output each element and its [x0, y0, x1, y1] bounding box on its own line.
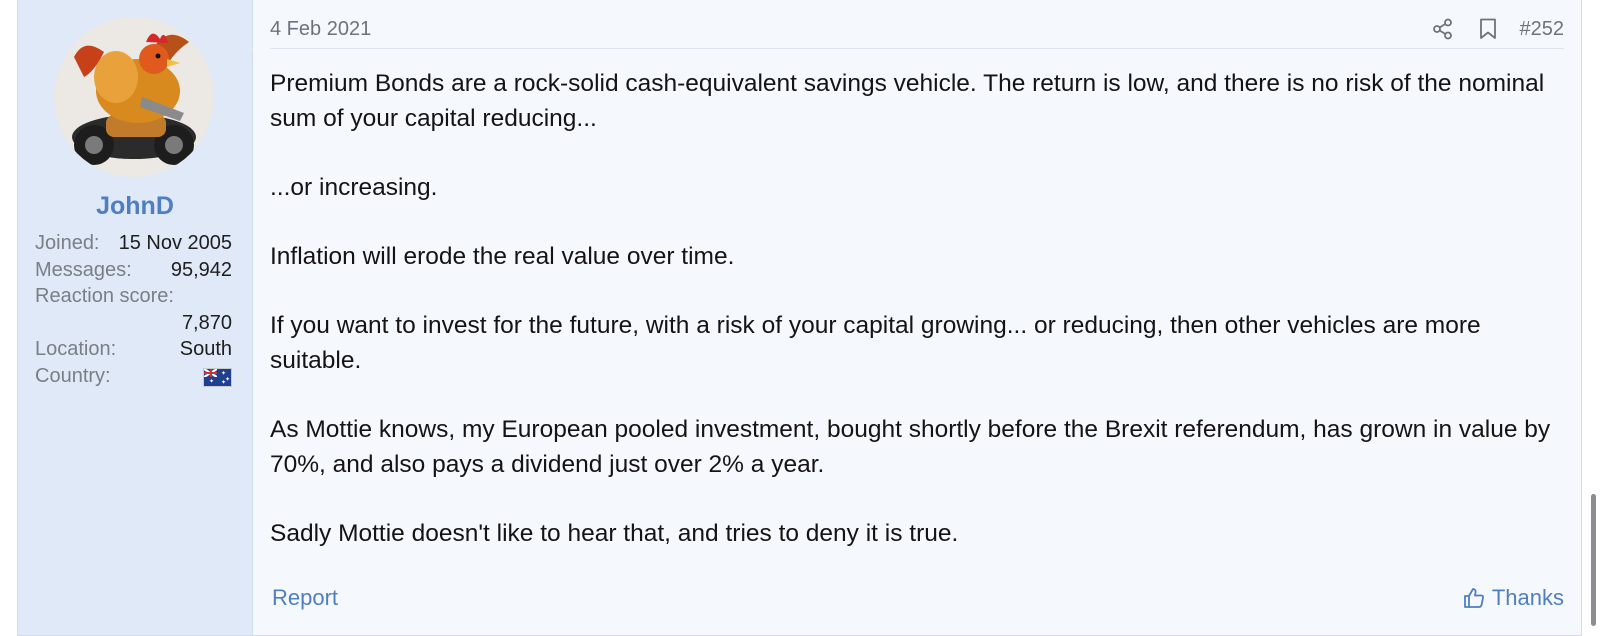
rooster-avatar-icon [54, 17, 214, 177]
post-number-link[interactable]: #252 [1520, 14, 1565, 44]
stat-country: Country: ✦ ✦ ✦ ✦ [35, 363, 232, 390]
post-paragraph: Premium Bonds are a rock-solid cash-equi… [270, 70, 1545, 132]
username-link[interactable]: JohnD [18, 192, 252, 221]
post-paragraph: As Mottie knows, my European pooled inve… [270, 416, 1551, 478]
stat-label: Reaction score: [35, 285, 174, 307]
scrollbar-thumb[interactable] [1591, 494, 1596, 626]
stat-reaction-value-row: 7,870 [35, 310, 232, 337]
user-avatar[interactable] [54, 17, 214, 177]
stat-value: 15 Nov 2005 [118, 232, 232, 254]
report-link[interactable]: Report [272, 585, 338, 611]
bookmark-icon[interactable] [1475, 16, 1501, 42]
thumbs-up-icon [1463, 588, 1484, 608]
post-date-link[interactable]: 4 Feb 2021 [270, 14, 371, 44]
post-actions: #252 [1430, 14, 1565, 44]
stat-label: Country: [35, 364, 111, 387]
post-pointer-arrow [252, 38, 268, 62]
page-scrollbar[interactable] [1588, 0, 1598, 636]
thanks-label: Thanks [1491, 585, 1564, 610]
post-paragraph: If you want to invest for the future, wi… [270, 312, 1481, 374]
stat-location: Location: South [35, 336, 232, 363]
thanks-button[interactable]: Thanks [1462, 585, 1564, 611]
post-paragraph: Sadly Mottie doesn't like to hear that, … [270, 520, 959, 547]
stat-value: 7,870 [181, 311, 232, 334]
post-paragraph: Inflation will erode the real value over… [270, 243, 735, 270]
forum-post: JohnD Joined: 15 Nov 2005 Messages: 95,9… [17, 0, 1582, 636]
user-info-panel: JohnD Joined: 15 Nov 2005 Messages: 95,9… [18, 0, 268, 635]
stat-label: Messages: [35, 258, 132, 281]
post-paragraph: ...or increasing. [270, 174, 438, 201]
stat-messages: Messages: 95,942 [35, 257, 232, 284]
share-icon[interactable] [1430, 16, 1456, 42]
post-footer: Report Thanks [270, 580, 1564, 616]
stat-label: Joined: [35, 232, 100, 254]
stat-reaction-label-row: Reaction score: [35, 283, 232, 310]
post-header: 4 Feb 2021 #252 [270, 14, 1564, 49]
user-stats: Joined: 15 Nov 2005 Messages: 95,942 Rea… [35, 230, 232, 389]
stat-value[interactable]: 95,942 [171, 257, 232, 284]
post-main: 4 Feb 2021 #252 Premium Bonds are a rock… [253, 0, 1581, 635]
stat-value[interactable]: South [180, 336, 232, 363]
stat-label: Location: [35, 338, 117, 360]
stat-joined: Joined: 15 Nov 2005 [35, 230, 232, 257]
post-body: Premium Bonds are a rock-solid cash-equi… [270, 66, 1564, 585]
australia-flag-icon: ✦ ✦ ✦ ✦ [203, 367, 232, 387]
